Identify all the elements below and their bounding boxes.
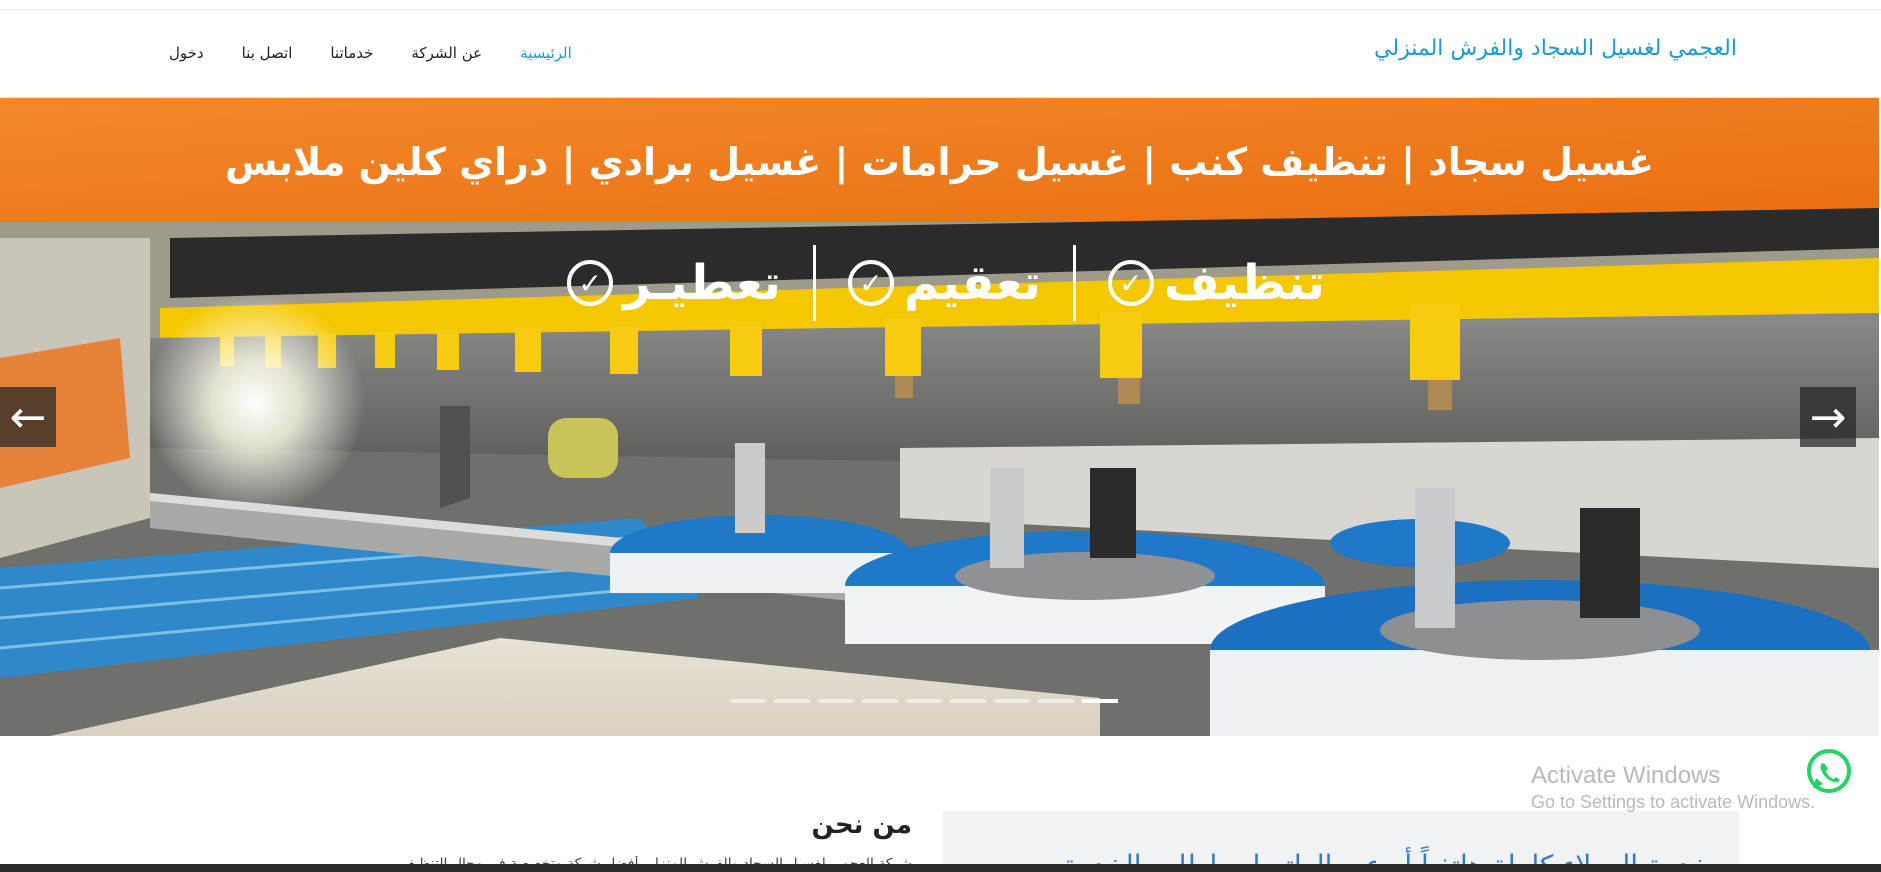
carousel-indicator[interactable] [906,699,942,703]
carousel-indicator[interactable] [994,699,1030,703]
carousel-indicator[interactable] [950,699,986,703]
bottom-strip [0,864,1881,872]
nav-item-home[interactable]: الرئيسية [501,44,591,62]
feature-perfuming: ✓ تعطيـر [567,255,781,311]
hero-carousel: غسيل سجاد | تنظيف كنب | غسيل حرامات | غس… [0,98,1879,736]
carousel-indicator-active[interactable] [1082,699,1118,703]
arrow-left-icon: ← [9,391,47,443]
carousel-indicator[interactable] [818,699,854,703]
navbar: العجمي لغسيل السجاد والفرش المنزلي الرئي… [0,10,1881,98]
nav-item-login[interactable]: دخول [150,44,223,62]
feature-sterilizing: ✓ تعقيم [847,255,1041,311]
feature-divider [812,245,816,321]
nav-item-about[interactable]: عن الشركة [392,44,501,62]
carousel-indicator[interactable] [774,699,810,703]
carousel-indicators [730,699,1118,703]
feature-label: تعقيم [903,255,1041,311]
hero-banner-text: غسيل سجاد | تنظيف كنب | غسيل حرامات | غس… [224,140,1655,184]
watermark-title: Activate Windows [1531,762,1721,789]
main-nav: الرئيسية عن الشركة خدماتنا اتصل بنا دخول [150,44,591,62]
feature-cleaning: ✓ تنظيف [1107,255,1325,311]
nav-item-services[interactable]: خدماتنا [311,44,392,62]
customer-service-box: خدمة العملاء كاملة هاتفياً أو عبر الواتس… [943,811,1739,872]
top-border [0,0,1881,10]
check-circle-icon: ✓ [1107,260,1154,306]
watermark-subtitle: Go to Settings to activate Windows. [1531,792,1816,812]
check-circle-icon: ✓ [847,260,894,306]
windows-activation-watermark: Activate Windows Go to Settings to activ… [1531,762,1815,813]
about-heading: من نحن [811,810,912,840]
carousel-prev-button[interactable]: ← [0,387,56,447]
carousel-indicator[interactable] [1038,699,1074,703]
check-circle-icon: ✓ [567,260,614,306]
carousel-indicator[interactable] [730,699,766,703]
hero-image [0,98,1879,736]
feature-divider [1072,245,1076,321]
brand-logo-text[interactable]: العجمي لغسيل السجاد والفرش المنزلي [1374,36,1737,61]
nav-item-contact[interactable]: اتصل بنا [223,44,312,62]
feature-label: تنظيف [1163,255,1325,311]
feature-label: تعطيـر [623,255,781,311]
arrow-right-icon: → [1809,391,1847,443]
carousel-indicator[interactable] [862,699,898,703]
hero-features: ✓ تنظيف ✓ تعقيم ✓ تعطيـر [525,238,1325,328]
carousel-next-button[interactable]: → [1800,387,1856,447]
